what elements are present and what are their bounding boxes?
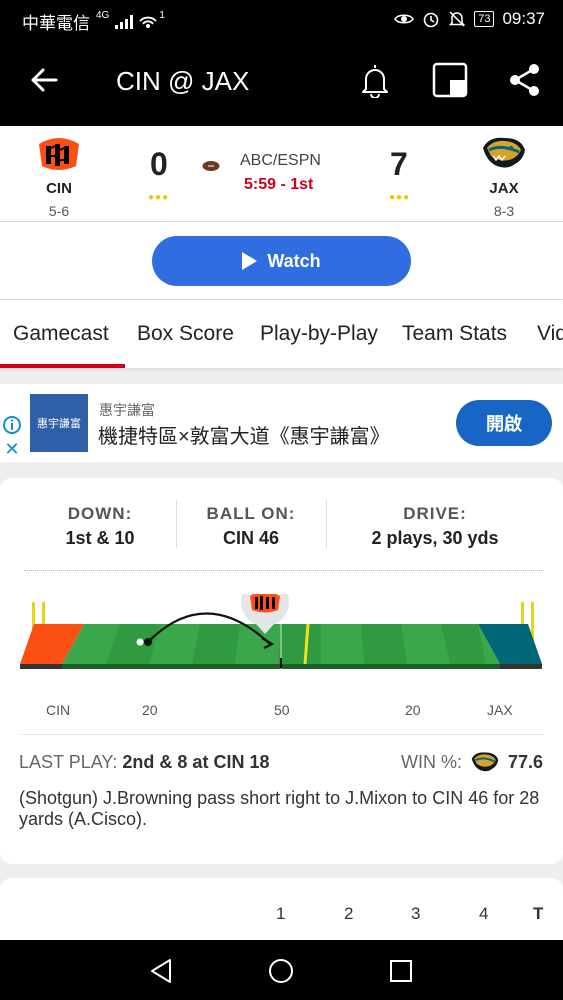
picture-in-picture-icon[interactable] [432,62,468,98]
yard-label-20-right: 20 [405,702,421,718]
field-stripe [278,624,321,664]
drive-stat: DRIVE: 2 plays, 30 yds [348,504,522,549]
away-team-record: 5-6 [48,203,70,219]
ad-banner[interactable]: ✕ 惠宇謙富 惠宇謙富 機捷特區×敦富大道《惠宇謙富》 開啟 [0,384,563,462]
total-header: T [533,904,544,923]
bengals-logo-icon [39,138,79,170]
play-end-marker [144,638,152,646]
scoring-summary-card: 1 2 3 4 T [0,878,563,942]
game-tabs: Gamecast Box Score Play-by-Play Team Sta… [0,300,563,368]
home-team-record: 8-3 [493,203,515,219]
ad-close-icon[interactable]: ✕ [0,438,24,460]
drive-label: DRIVE: [403,504,467,523]
divider [20,734,544,735]
away-score: 0 [150,146,168,182]
watch-button[interactable]: Watch [152,236,411,286]
game-clock: 5:59 - 1st [244,176,314,193]
yard-label-20-left: 20 [142,702,158,718]
ad-sponsor: 惠宇謙富 [99,402,155,418]
drive-value: 2 plays, 30 yds [371,528,499,548]
hotspot-icon [139,16,157,28]
gamecast-card: DOWN: 1st & 10 BALL ON: CIN 46 DRIVE: 2 … [0,478,563,864]
jaguars-logo-icon [483,137,525,168]
quarter-header: 3 [411,904,421,923]
ad-headline: 機捷特區×敦富大道《惠宇謙富》 [98,426,390,448]
ball-on-stat: BALL ON: CIN 46 [188,504,314,549]
eye-icon [394,14,415,24]
home-score: 7 [390,146,408,182]
watch-area: Watch [0,222,563,300]
last-play-label: LAST PLAY: [19,752,118,772]
ball-on-label: BALL ON: [206,504,296,523]
down-label: DOWN: [67,504,133,523]
watch-label: Watch [267,250,321,271]
field-right-label: JAX [487,702,513,718]
ad-open-button[interactable]: 開啟 [456,400,552,446]
divider [24,570,544,571]
page-title: CIN @ JAX [116,66,250,96]
system-nav-bar [0,940,563,1000]
win-probability: WIN %: 77.6 [401,750,543,774]
hotspot-badge: 1 [159,10,165,21]
clock-time: 09:37 [502,9,545,28]
last-play-description: (Shotgun) J.Browning pass short right to… [19,788,540,829]
win-pct-label: WIN %: [400,751,462,772]
home-team-abbr: JAX [489,180,519,197]
app-bar: CIN @ JAX [0,38,563,126]
possession-football-icon [202,161,220,171]
field-stripe [192,624,240,664]
tab-play-by-play[interactable]: Play-by-Play [260,322,378,346]
jaguars-small-logo-icon [471,752,499,772]
home-team[interactable]: JAX 8-3 [464,134,544,219]
tab-gamecast[interactable]: Gamecast [13,322,109,346]
ad-info-icon[interactable] [0,414,24,436]
play-icon [242,252,258,270]
away-team[interactable]: CIN 5-6 [19,134,99,219]
home-nav-icon[interactable] [268,958,294,984]
stat-divider [176,500,177,548]
last-play: LAST PLAY: 2nd & 8 at CIN 18 [19,752,269,773]
recents-nav-icon[interactable] [389,959,413,983]
quarter-header: 2 [344,904,354,923]
battery-icon: 73 [474,11,495,27]
signal-bars-icon [115,14,134,29]
field-stripe [361,624,407,664]
field-diagram [20,594,542,669]
tab-box-score[interactable]: Box Score [137,322,234,346]
win-pct-value: 77.6 [507,751,543,772]
field-left-label: CIN [46,702,71,718]
broadcast-network: ABC/ESPN [240,152,321,169]
mute-bell-icon [448,11,466,27]
active-tab-indicator [0,364,125,368]
tab-team-stats[interactable]: Team Stats [402,322,507,346]
home-endzone-edge [500,664,542,669]
alarm-icon [423,12,439,28]
quarter-header: 4 [479,904,489,923]
signal-icon: 4G [96,10,110,21]
last-play-situation: 2nd & 8 at CIN 18 [122,752,270,772]
ball-start-marker [136,638,144,646]
away-team-abbr: CIN [46,180,72,197]
stat-divider [326,500,327,548]
quarter-header: 1 [276,904,286,923]
share-icon[interactable] [508,62,542,98]
ball-on-value: CIN 46 [222,528,280,548]
down-value: 1st & 10 [65,528,135,548]
away-endzone-edge [20,664,62,669]
down-stat: DOWN: 1st & 10 [40,504,160,549]
away-timeouts: ●●● [148,192,170,203]
carrier-label: 中華電信 [22,14,90,33]
status-bar: 中華電信 4G 1 73 09:37 [0,0,563,38]
score-header: CIN 5-6 0 ●●● ABC/ESPN 5:59 - 1st 7 ●●● … [0,126,563,222]
back-nav-icon[interactable] [148,958,174,984]
home-timeouts: ●●● [389,192,411,203]
notification-bell-icon[interactable] [358,62,392,98]
yard-label-50: 50 [274,702,290,718]
tab-videos[interactable]: Vid [537,322,563,346]
ad-logo: 惠宇謙富 [30,394,88,452]
back-arrow-icon[interactable] [28,64,60,96]
